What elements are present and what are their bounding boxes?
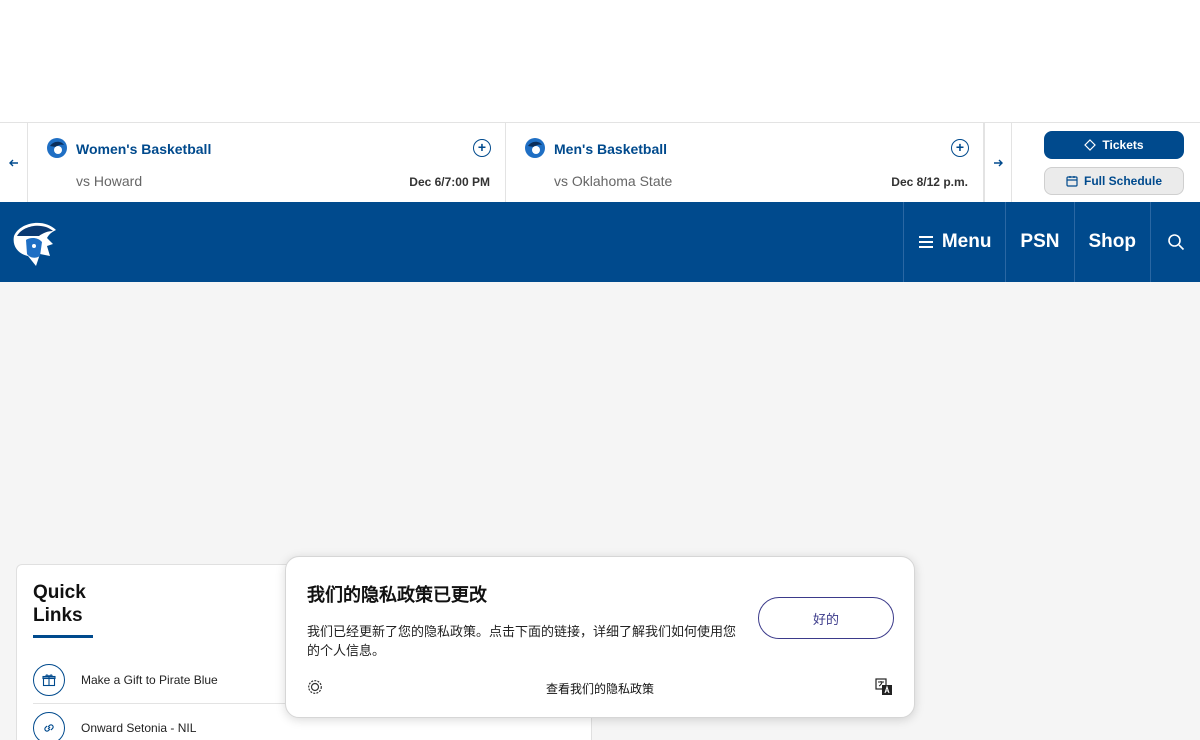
schedule-ticker: Women's Basketball + vs Howard Dec 6/7:0…	[0, 122, 1200, 203]
main-navbar: Menu PSN Shop	[0, 202, 1200, 282]
plus-icon: +	[955, 139, 965, 155]
link-icon	[33, 712, 65, 740]
add-to-calendar-button[interactable]: +	[473, 139, 491, 157]
pirate-logo-icon[interactable]	[6, 214, 64, 272]
quick-link-label: Make a Gift to Pirate Blue	[81, 673, 218, 687]
nav-search-button[interactable]	[1150, 202, 1200, 282]
arrow-left-icon	[8, 159, 18, 167]
translate-icon[interactable]	[875, 678, 893, 696]
ticker-actions: Tickets Full Schedule	[1012, 123, 1200, 202]
nav-psn-label: PSN	[1020, 231, 1060, 252]
pirate-logo-icon	[47, 138, 67, 158]
tickets-label: Tickets	[1102, 138, 1144, 152]
nav-psn-button[interactable]: PSN	[1005, 202, 1073, 282]
add-to-calendar-button[interactable]: +	[951, 139, 969, 157]
arrow-right-icon	[994, 159, 1003, 167]
nav-shop-label: Shop	[1088, 231, 1137, 252]
gear-icon[interactable]	[307, 679, 323, 695]
pirate-logo-icon	[525, 138, 545, 158]
full-schedule-button[interactable]: Full Schedule	[1044, 167, 1184, 195]
plus-icon: +	[477, 139, 487, 155]
gift-icon	[33, 664, 65, 696]
game-date: Dec 6/7:00 PM	[409, 175, 490, 189]
nav-items: Menu PSN Shop	[902, 202, 1200, 282]
game-card-1[interactable]: Men's Basketball + vs Oklahoma State Dec…	[506, 123, 984, 203]
quick-link-label: Onward Setonia - NIL	[81, 721, 197, 735]
game-sport: Women's Basketball	[76, 141, 212, 157]
privacy-policy-link[interactable]: 查看我们的隐私政策	[546, 680, 654, 697]
ticket-icon	[1084, 139, 1097, 151]
ticker-next-button[interactable]	[984, 123, 1012, 203]
game-sport: Men's Basketball	[554, 141, 668, 157]
tickets-button[interactable]: Tickets	[1044, 131, 1184, 159]
game-opponent: vs Howard	[76, 173, 143, 189]
nav-menu-button[interactable]: Menu	[902, 202, 1006, 282]
search-icon	[1167, 234, 1184, 251]
privacy-policy-popup: 我们的隐私政策已更改 我们已经更新了您的隐私政策。点击下面的链接，详细了解我们如…	[285, 556, 915, 718]
nav-menu-label: Menu	[941, 231, 992, 252]
game-opponent: vs Oklahoma State	[554, 173, 673, 189]
game-date: Dec 8/12 p.m.	[891, 175, 968, 189]
top-blank-area	[0, 0, 1200, 122]
ok-button[interactable]: 好的	[758, 597, 894, 639]
hamburger-icon	[918, 236, 933, 248]
quick-links-title: Quick Links	[33, 582, 86, 626]
nav-shop-button[interactable]: Shop	[1073, 202, 1151, 282]
game-card-0[interactable]: Women's Basketball + vs Howard Dec 6/7:0…	[28, 123, 506, 203]
popup-text: 我们已经更新了您的隐私政策。点击下面的链接，详细了解我们如何使用您的个人信息。	[307, 624, 737, 658]
quick-links-underline	[33, 635, 93, 638]
calendar-icon	[1066, 176, 1078, 187]
popup-title: 我们的隐私政策已更改	[307, 585, 487, 605]
ticker-prev-button[interactable]	[0, 123, 28, 203]
full-schedule-label: Full Schedule	[1083, 174, 1162, 188]
